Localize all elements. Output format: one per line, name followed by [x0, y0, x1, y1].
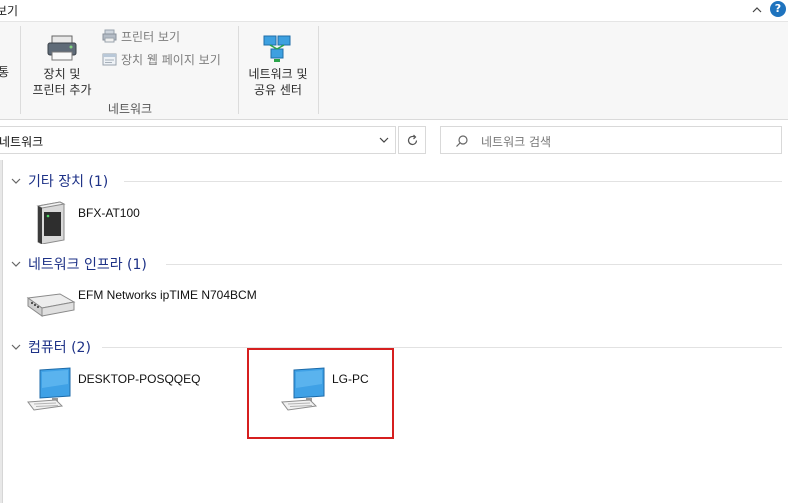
add-devices-label-1: 장치 및	[43, 67, 81, 81]
group-header-network-infrastructure[interactable]: 네트워크 인프라 (1)	[10, 254, 147, 274]
group-header-computers[interactable]: 컴퓨터 (2)	[10, 337, 91, 357]
help-icon[interactable]: ?	[770, 1, 786, 17]
collapse-ribbon-icon[interactable]	[750, 3, 764, 17]
router-icon	[26, 293, 76, 317]
ribbon-tab-strip: 보기 ?	[0, 0, 788, 22]
webpage-icon	[102, 53, 117, 66]
highlight-annotation-box	[247, 348, 394, 439]
group-title: 네트워크 인프라 (1)	[28, 257, 147, 273]
search-icon	[456, 135, 468, 147]
ribbon: 통 장치 및 프린터 추가 프린터 보기 장치 웹 페이지 보기 네트워크 네트…	[0, 22, 788, 120]
group-divider	[102, 347, 782, 348]
network-center-label-1: 네트워크 및	[248, 67, 308, 81]
chevron-down-icon[interactable]	[379, 135, 389, 145]
view-printers-label: 프린터 보기	[121, 30, 181, 44]
network-item-desktop-posqqeq[interactable]: DESKTOP-POSQQEQ	[24, 364, 234, 418]
chevron-down-icon	[11, 178, 21, 184]
printer-add-icon	[47, 35, 77, 61]
printer-icon	[102, 29, 117, 43]
group-divider	[166, 264, 782, 265]
item-label: DESKTOP-POSQQEQ	[78, 372, 201, 386]
group-title: 기타 장치 (1)	[28, 174, 109, 190]
ribbon-group-network-label: 네트워크	[107, 102, 153, 116]
network-center-label-2: 공유 센터	[254, 83, 302, 97]
ribbon-separator	[318, 26, 319, 114]
ribbon-separator	[20, 26, 21, 114]
navigation-pane-edge[interactable]	[0, 160, 3, 503]
network-item-bfx-at100[interactable]: BFX-AT100	[24, 194, 244, 248]
item-label: BFX-AT100	[78, 206, 140, 220]
add-devices-label-2: 프린터 추가	[32, 83, 92, 97]
view-printers-button[interactable]: 프린터 보기	[102, 28, 180, 45]
chevron-down-icon	[11, 344, 21, 350]
item-label: EFM Networks ipTIME N704BCM	[78, 288, 257, 302]
navigation-bar: 네트워크 네트워크 검색	[0, 124, 788, 158]
refresh-icon	[407, 134, 418, 146]
view-device-webpage-button[interactable]: 장치 웹 페이지 보기	[102, 51, 221, 68]
group-header-other-devices[interactable]: 기타 장치 (1)	[10, 171, 108, 191]
server-icon	[36, 201, 66, 244]
view-device-webpage-label: 장치 웹 페이지 보기	[121, 53, 221, 67]
network-center-icon	[263, 35, 291, 62]
network-sharing-center-button[interactable]: 네트워크 및 공유 센터	[242, 30, 314, 100]
computer-icon	[27, 367, 71, 411]
add-devices-printers-button[interactable]: 장치 및 프린터 추가	[26, 30, 98, 100]
address-bar[interactable]: 네트워크	[0, 126, 396, 154]
network-item-efm-router[interactable]: EFM Networks ipTIME N704BCM	[24, 280, 314, 330]
tab-view[interactable]: 보기	[0, 2, 18, 19]
group-divider	[124, 181, 782, 182]
search-box[interactable]: 네트워크 검색	[440, 126, 782, 154]
ribbon-cut-off-label: 통	[0, 65, 10, 79]
chevron-down-icon	[11, 261, 21, 267]
group-title: 컴퓨터 (2)	[28, 340, 91, 356]
refresh-button[interactable]	[398, 126, 426, 154]
search-placeholder: 네트워크 검색	[481, 135, 552, 149]
address-path: 네트워크	[0, 135, 44, 149]
ribbon-separator	[238, 26, 239, 114]
